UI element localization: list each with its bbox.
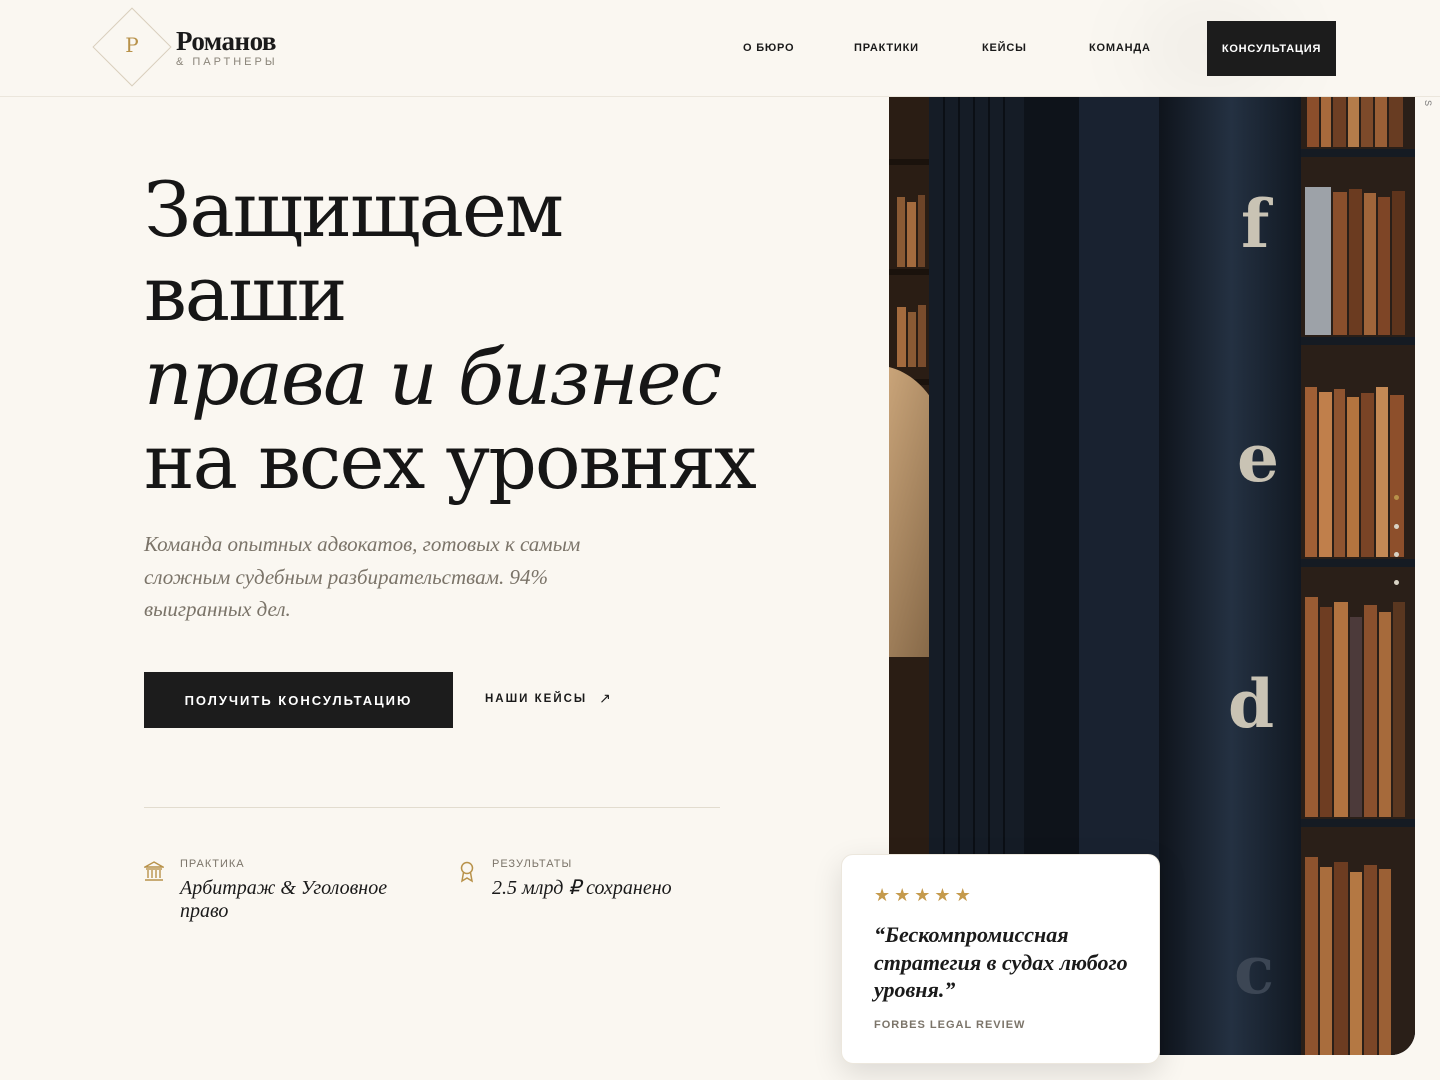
hero-title-line: Защищаем [144,165,564,254]
stat-value-results: 2.5 млрд ₽ сохранено [492,877,672,899]
star-icon: ★ [954,885,971,905]
slider-dot[interactable] [1394,580,1399,585]
hero-title-line: ваши [144,249,347,338]
spine-letter: f [1241,185,1270,263]
logo-name[interactable]: Романов [176,28,276,55]
rating-stars: ★ ★ ★ ★ ★ [874,885,971,905]
slider-dot[interactable] [1394,552,1399,557]
nav-team[interactable]: КОМАНДА [1089,42,1151,54]
our-cases-label: НАШИ КЕЙСЫ [485,692,588,705]
nav-about[interactable]: О БЮРО [743,42,794,54]
star-icon: ★ [874,885,891,905]
slider-dot[interactable] [1394,524,1399,529]
nav-cases[interactable]: КЕЙСЫ [982,42,1027,54]
site-header: P Романов & ПАРТНЕРЫ О БЮРО ПРАКТИКИ КЕЙ… [0,0,1440,97]
consultation-button[interactable]: КОНСУЛЬТАЦИЯ [1207,21,1336,76]
spine-letter: c [1234,931,1275,1009]
logo-letter[interactable]: P [121,33,143,57]
testimonial-card: ★ ★ ★ ★ ★ “Бескомпромиссная стратегия в … [841,854,1160,1064]
logo-subtitle: & ПАРТНЕРЫ [176,56,278,68]
nav-practices[interactable]: ПРАКТИКИ [854,42,919,54]
get-consultation-button[interactable]: ПОЛУЧИТЬ КОНСУЛЬТАЦИЮ [144,672,453,728]
stat-label-practice: ПРАКТИКА [180,858,245,870]
divider [144,807,720,808]
spine-letter: d [1228,665,1275,743]
slider-dot-active[interactable] [1394,495,1399,500]
spine-letter: e [1237,419,1279,497]
hero-title-line: на всех уровнях [144,417,757,506]
courthouse-icon [144,861,164,881]
stat-label-results: РЕЗУЛЬТАТЫ [492,858,573,870]
star-icon: ★ [934,885,951,905]
testimonial-source: FORBES LEGAL REVIEW [874,1019,1026,1031]
star-icon: ★ [894,885,911,905]
stat-value-practice: Арбитраж & Уголовное право [180,877,388,922]
arrow-up-right-icon: ↗ [599,690,611,706]
side-label: S [1423,99,1434,107]
hero-lead: Команда опытных адвокатов, готовых к сам… [144,532,581,621]
star-icon: ★ [914,885,931,905]
award-icon [460,861,474,883]
testimonial-quote: “Бескомпромиссная стратегия в судах любо… [874,922,1128,1002]
hero-title: Защищаем ваши права и бизнес на всех уро… [144,168,784,504]
our-cases-link[interactable]: НАШИ КЕЙСЫ ↗ [485,690,611,707]
hero-title-line-italic: права и бизнес [144,333,722,422]
